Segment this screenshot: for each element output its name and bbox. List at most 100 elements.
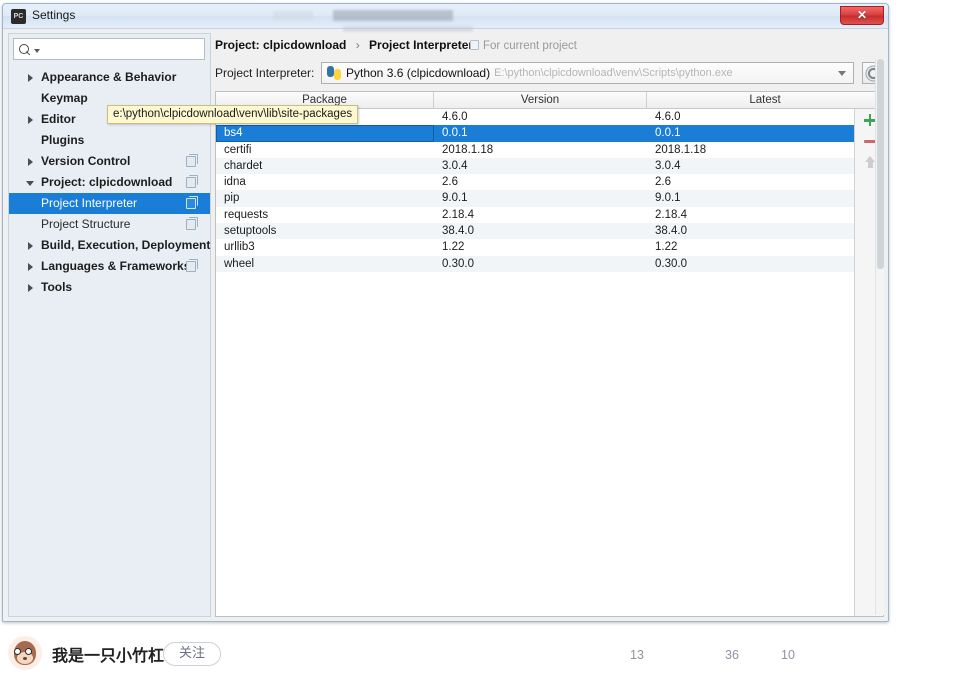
chevron-right-icon[interactable] — [28, 74, 33, 82]
cell-version: 3.0.4 — [442, 159, 468, 172]
sidebar-item-languages-frameworks[interactable]: Languages & Frameworks — [9, 256, 210, 277]
background-blur-artifact-2 — [333, 10, 453, 21]
author-name[interactable]: 我是一只小竹杠 — [52, 642, 164, 666]
cell-latest: 38.4.0 — [655, 225, 687, 238]
sidebar-item-label: Editor — [41, 112, 76, 126]
sidebar-item-project-interpreter[interactable]: Project Interpreter — [9, 193, 210, 214]
sidebar-item-label: Keymap — [41, 91, 88, 105]
copy-settings-icon[interactable] — [186, 196, 198, 209]
cell-package: chardet — [224, 159, 263, 172]
chevron-right-icon[interactable] — [28, 116, 33, 124]
search-box[interactable] — [13, 38, 205, 60]
cell-latest: 2.18.4 — [655, 208, 687, 221]
favorite-count: 36 — [725, 648, 739, 662]
sidebar-item-plugins[interactable]: Plugins — [9, 130, 210, 151]
sidebar-item-label: Project Interpreter — [41, 196, 138, 210]
sidebar-item-tools[interactable]: Tools — [9, 277, 210, 298]
cell-version: 4.6.0 — [442, 111, 468, 123]
sidebar-item-label: Project: clpicdownload — [41, 175, 173, 189]
breadcrumb: Project: clpicdownload › Project Interpr… — [215, 38, 473, 52]
settings-dialog: PC Settings ✕ Appearance & Behavior Keyma… — [2, 3, 889, 622]
cell-package: pip — [224, 192, 240, 205]
cell-version: 2.18.4 — [442, 208, 474, 221]
cell-latest: 2.6 — [655, 176, 671, 189]
cell-package: urllib3 — [224, 241, 255, 254]
avatar[interactable] — [8, 636, 42, 670]
cell-package: setuptools — [224, 225, 277, 238]
copy-settings-icon[interactable] — [186, 217, 198, 230]
copy-settings-icon[interactable] — [186, 154, 198, 167]
close-button[interactable]: ✕ — [840, 6, 884, 25]
cell-version: 38.4.0 — [442, 225, 474, 238]
background-blur-artifact-1 — [273, 11, 313, 20]
search-icon — [19, 43, 32, 56]
scrollbar-thumb[interactable] — [877, 59, 884, 269]
chevron-right-icon[interactable] — [28, 263, 33, 271]
chevron-down-icon[interactable] — [26, 181, 34, 190]
sidebar-item-version-control[interactable]: Version Control — [9, 151, 210, 172]
breadcrumb-page: Project Interpreter — [369, 38, 474, 52]
cell-latest: 1.22 — [655, 241, 678, 254]
pycharm-icon: PC — [11, 9, 26, 24]
scope-note: For current project — [470, 39, 577, 52]
chevron-right-icon[interactable] — [28, 284, 33, 292]
cell-latest: 2018.1.18 — [655, 143, 707, 156]
cell-version: 0.0.1 — [442, 127, 468, 140]
settings-tree: Appearance & Behavior Keymap Editor Plugins… — [9, 65, 210, 616]
cell-latest: 9.0.1 — [655, 192, 681, 205]
table-row[interactable]: idna 2.6 2.6 — [216, 174, 854, 190]
table-row[interactable]: urllib3 1.22 1.22 — [216, 239, 854, 255]
cell-version: 9.0.1 — [442, 192, 468, 205]
cell-package: wheel — [224, 257, 255, 270]
sidebar-item-label: Version Control — [41, 154, 131, 168]
table-row[interactable]: wheel 0.30.0 0.30.0 — [216, 255, 854, 272]
like-count: 13 — [630, 648, 644, 662]
cell-version: 2018.1.18 — [442, 143, 494, 156]
sidebar-item-project-clpicdownload[interactable]: Project: clpicdownload — [9, 172, 210, 193]
cell-latest: 4.6.0 — [655, 111, 681, 123]
sidebar-item-label: Languages & Frameworks — [41, 259, 191, 273]
chevron-right-icon[interactable] — [28, 242, 33, 250]
cell-latest: 0.30.0 — [655, 257, 687, 270]
table-row[interactable]: setuptools 38.4.0 38.4.0 — [216, 223, 854, 240]
sidebar-item-appearance-behavior[interactable]: Appearance & Behavior — [9, 67, 210, 88]
cell-version: 2.6 — [442, 176, 458, 189]
search-input[interactable] — [40, 42, 204, 56]
chevron-right-icon[interactable] — [28, 158, 33, 166]
sidebar-item-project-structure[interactable]: Project Structure — [9, 214, 210, 235]
site-packages-tooltip: e:\python\clpicdownload\venv\lib\site-pa… — [107, 105, 359, 124]
dialog-scrollbar[interactable] — [875, 59, 884, 615]
follow-button[interactable]: 关注 — [163, 642, 221, 666]
cell-package: bs4 — [216, 125, 434, 141]
cell-version: 0.30.0 — [442, 257, 474, 270]
sidebar-item-label: Project Structure — [41, 217, 131, 231]
copy-settings-icon[interactable] — [186, 259, 198, 272]
project-scope-icon — [470, 40, 479, 50]
table-row[interactable]: chardet 3.0.4 3.0.4 — [216, 157, 854, 175]
packages-table: PackageVersionLatest beautifulsoup44.6.0… — [215, 91, 884, 617]
table-row[interactable]: certifi 2018.1.18 2018.1.18 — [216, 142, 854, 158]
column-header[interactable]: Latest — [647, 92, 883, 108]
scope-note-label: For current project — [483, 40, 577, 52]
cell-version: 1.22 — [442, 241, 465, 254]
interpreter-dropdown[interactable]: Python 3.6 (clpicdownload) E:\python\clp… — [321, 62, 854, 84]
cell-package: idna — [224, 176, 246, 189]
interpreter-label: Project Interpreter: — [215, 66, 315, 80]
packages-table-body: beautifulsoup44.6.04.6.0bs40.0.10.0.1cer… — [216, 109, 854, 616]
table-row[interactable]: pip 9.0.1 9.0.1 — [216, 190, 854, 207]
copy-settings-icon[interactable] — [186, 175, 198, 188]
interpreter-row: Project Interpreter: Python 3.6 (clpicdo… — [215, 62, 884, 86]
article-footer-bar: 我是一只小竹杠 关注 13 ★ 36 10 专栏目录 CSDN @流水石板路 — [0, 628, 963, 685]
dialog-title: Settings — [32, 8, 76, 22]
table-row[interactable]: bs4 0.0.1 0.0.1 — [216, 125, 854, 142]
table-row[interactable]: requests 2.18.4 2.18.4 — [216, 207, 854, 223]
cell-package: requests — [224, 208, 269, 221]
dialog-title-bar: PC Settings ✕ — [3, 4, 888, 32]
interpreter-path: E:\python\clpicdownload\venv\Scripts\pyt… — [494, 67, 733, 79]
breadcrumb-project[interactable]: Project: clpicdownload — [215, 38, 346, 52]
sidebar-item-label: Appearance & Behavior — [41, 70, 177, 84]
column-header[interactable]: Version — [434, 92, 647, 108]
cell-latest: 0.0.1 — [655, 127, 681, 140]
sidebar-item-build-execution-deployment[interactable]: Build, Execution, Deployment — [9, 235, 210, 256]
chevron-down-icon — [838, 71, 846, 76]
